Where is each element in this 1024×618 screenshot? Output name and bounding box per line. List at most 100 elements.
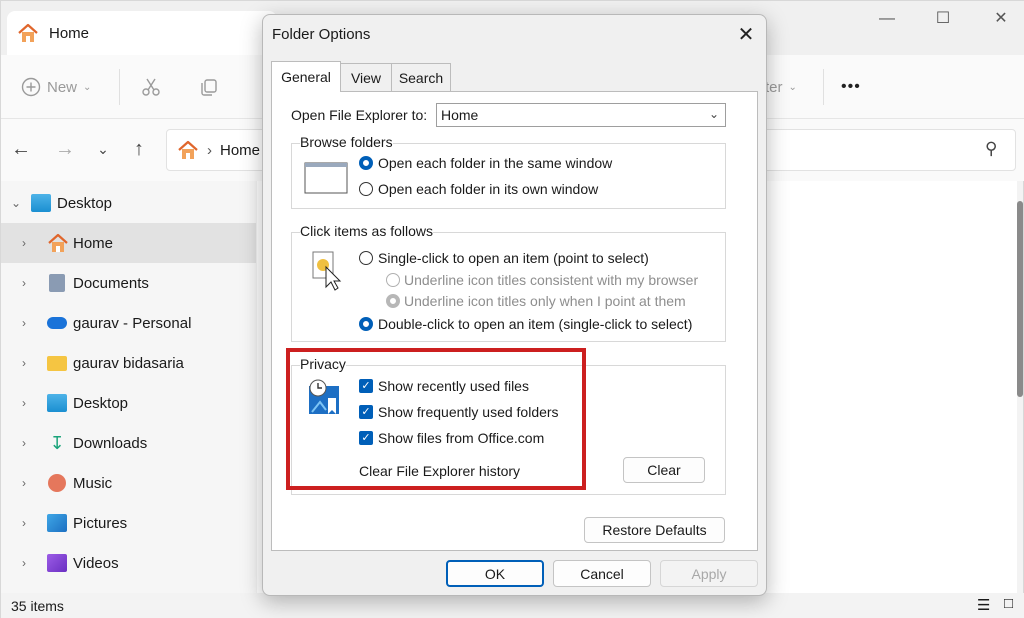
apply-button[interactable]: Apply [660, 560, 758, 587]
open-to-dropdown[interactable]: Home ⌄ [436, 103, 726, 127]
desktop-icon [47, 394, 67, 412]
tab-view[interactable]: View [340, 63, 392, 91]
status-bar: 35 items ☰ □ [1, 593, 1024, 618]
nav-item-label: Pictures [73, 514, 128, 532]
close-dialog-button[interactable]: ✕ [733, 22, 759, 48]
own-window-label[interactable]: Open each folder in its own window [378, 181, 598, 197]
recent-files-label[interactable]: Show recently used files [378, 378, 529, 394]
close-window-button[interactable]: ✕ [991, 9, 1011, 29]
nav-item-label: Downloads [73, 434, 148, 452]
navigation-pane: ⌄ Desktop › Home › Documents › gaurav - … [1, 181, 256, 593]
cancel-button[interactable]: Cancel [553, 560, 651, 587]
office-files-label[interactable]: Show files from Office.com [378, 430, 544, 446]
home-icon [48, 233, 68, 252]
see-more-button[interactable]: ••• [841, 73, 861, 101]
double-click-label[interactable]: Double-click to open an item (single-cli… [378, 316, 692, 332]
nav-item-downloads[interactable]: › ↧ Downloads [1, 423, 256, 463]
nav-item-label: gaurav - Personal [73, 314, 192, 332]
single-click-radio[interactable] [359, 251, 373, 265]
chevron-right-icon[interactable]: › [1, 396, 47, 410]
tab-home[interactable]: Home [7, 11, 277, 55]
office-files-checkbox[interactable]: ✓ [359, 431, 373, 445]
nav-item-label: gaurav bidasaria [73, 354, 184, 372]
nav-item-desktop[interactable]: › Desktop [1, 383, 256, 423]
underline-browser-radio[interactable] [386, 273, 400, 287]
open-to-value: Home [441, 107, 479, 123]
chevron-down-icon[interactable]: ⌄ [1, 196, 31, 210]
home-icon [178, 140, 198, 159]
cut-button[interactable] [141, 73, 161, 101]
tiles-view-icon[interactable]: □ [1004, 595, 1013, 612]
chevron-down-icon: ⌄ [83, 81, 92, 93]
nav-item-desktop-root[interactable]: ⌄ Desktop [1, 183, 256, 223]
plus-circle-icon [21, 77, 41, 97]
pointer-click-icon [312, 251, 342, 291]
clear-history-button[interactable]: Clear [623, 457, 705, 483]
window-icon [304, 162, 348, 194]
copy-button[interactable] [199, 73, 219, 101]
tab-search[interactable]: Search [391, 63, 451, 91]
details-view-icon[interactable]: ☰ [977, 596, 990, 614]
same-window-label[interactable]: Open each folder in the same window [378, 155, 612, 171]
chevron-right-icon[interactable]: › [1, 316, 47, 330]
single-click-label[interactable]: Single-click to open an item (point to s… [378, 250, 649, 266]
filter-label: ter [765, 78, 783, 96]
chevron-down-icon: ⌄ [708, 107, 719, 121]
nav-item-music[interactable]: › Music [1, 463, 256, 503]
general-tab-panel: Open File Explorer to: Home ⌄ Browse fol… [271, 91, 758, 551]
search-icon[interactable]: ⚲ [985, 139, 997, 159]
own-window-radio[interactable] [359, 182, 373, 196]
desktop-icon [31, 194, 51, 212]
nav-item-pictures[interactable]: › Pictures [1, 503, 256, 543]
up-button[interactable]: ↑ [127, 137, 151, 161]
toolbar-divider [119, 69, 120, 105]
forward-button[interactable]: → [53, 137, 77, 161]
nav-item-onedrive-personal[interactable]: › gaurav - Personal [1, 303, 256, 343]
nav-item-videos[interactable]: › Videos [1, 543, 256, 583]
breadcrumb-home[interactable]: Home [220, 142, 260, 159]
tab-general[interactable]: General [271, 61, 341, 92]
nav-item-label: Desktop [57, 194, 113, 212]
browse-folders-label: Browse folders [300, 134, 393, 150]
nav-item-documents[interactable]: › Documents [1, 263, 256, 303]
privacy-label: Privacy [300, 356, 346, 372]
chevron-right-icon: › [207, 141, 212, 159]
vertical-scrollbar[interactable] [1017, 201, 1023, 397]
maximize-button[interactable]: ☐ [933, 9, 953, 29]
double-click-radio[interactable] [359, 317, 373, 331]
recent-locations-button[interactable]: ⌄ [91, 137, 115, 161]
chevron-right-icon[interactable]: › [1, 236, 47, 250]
frequent-folders-checkbox[interactable]: ✓ [359, 405, 373, 419]
document-icon [49, 274, 65, 292]
same-window-radio[interactable] [359, 156, 373, 170]
folder-icon [47, 355, 67, 371]
chevron-right-icon[interactable]: › [1, 556, 47, 570]
nav-item-label: Music [73, 474, 113, 492]
download-icon: ↧ [49, 432, 65, 453]
privacy-group: Privacy ✓ Show recently used files ✓ Sho… [291, 356, 726, 495]
nav-item-label: Documents [73, 274, 149, 292]
nav-item-label: Home [73, 234, 114, 252]
chevron-right-icon[interactable]: › [1, 516, 47, 530]
open-to-label: Open File Explorer to: [291, 107, 428, 123]
nav-item-user-folder[interactable]: › gaurav bidasaria [1, 343, 256, 383]
filter-button[interactable]: ter ⌄ [765, 73, 797, 101]
chevron-right-icon[interactable]: › [1, 476, 47, 490]
new-button[interactable]: New ⌄ [21, 73, 91, 101]
copy-icon [201, 79, 217, 96]
restore-defaults-button[interactable]: Restore Defaults [584, 517, 725, 543]
frequent-folders-label[interactable]: Show frequently used folders [378, 404, 559, 420]
chevron-right-icon[interactable]: › [1, 436, 47, 450]
chevron-right-icon[interactable]: › [1, 356, 47, 370]
nav-item-label: Videos [73, 554, 119, 572]
underline-point-radio[interactable] [386, 294, 400, 308]
underline-browser-label: Underline icon titles consistent with my… [404, 272, 699, 288]
back-button[interactable]: ← [9, 137, 33, 161]
click-items-label: Click items as follows [300, 223, 434, 239]
chevron-right-icon[interactable]: › [1, 276, 47, 290]
recent-files-checkbox[interactable]: ✓ [359, 379, 373, 393]
minimize-button[interactable]: — [877, 9, 897, 29]
nav-item-home[interactable]: › Home [1, 223, 256, 263]
tab-title: Home [49, 24, 90, 42]
ok-button[interactable]: OK [446, 560, 544, 587]
